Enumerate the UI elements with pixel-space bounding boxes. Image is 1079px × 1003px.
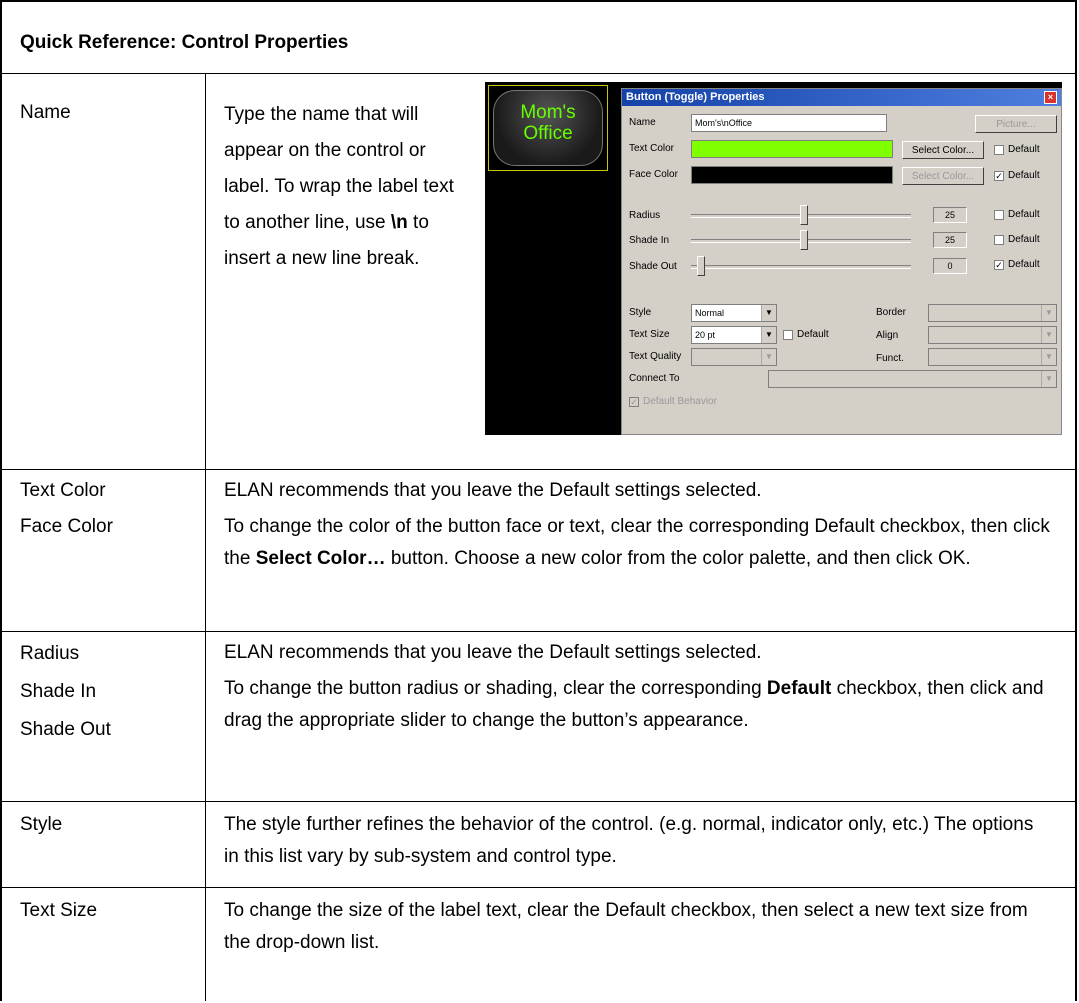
radius-default-checkbox[interactable] (994, 210, 1004, 220)
dialog-titlebar: Button (Toggle) Properties × (622, 89, 1061, 106)
shade-in-value: 25 (933, 232, 967, 248)
connect-to-label: Connect To (629, 373, 680, 384)
table-row-style: Style The style further refines the beha… (2, 801, 1075, 888)
default-label: Default (1008, 170, 1040, 181)
style-label: Style (629, 307, 652, 318)
dialog-title: Button (Toggle) Properties (626, 91, 765, 103)
radius-slider-thumb[interactable] (800, 205, 808, 225)
shade-out-value: 0 (933, 258, 967, 274)
picture-button[interactable]: Picture... (975, 115, 1057, 133)
text-color-label: Text Color (629, 143, 675, 154)
row-label: Style (20, 814, 63, 835)
preview-line-2: Office (523, 123, 573, 144)
table-header: Quick Reference: Control Properties (2, 2, 1075, 74)
table-title: Quick Reference: Control Properties (20, 32, 349, 53)
default-behavior-label: Default Behavior (643, 396, 717, 407)
face-color-swatch[interactable] (691, 166, 893, 184)
column-divider (205, 73, 206, 1001)
text-color-default-checkbox[interactable] (994, 145, 1004, 155)
radius-label: Radius (629, 210, 661, 221)
style-select[interactable]: Normal ▼ (691, 304, 777, 322)
shade-out-label: Shade Out (629, 261, 677, 272)
text-color-select-button[interactable]: Select Color... (902, 141, 984, 159)
table-row-text-size: Text Size To change the size of the labe… (2, 887, 1075, 1003)
chevron-down-icon[interactable]: ▼ (1041, 305, 1056, 321)
chevron-down-icon[interactable]: ▼ (761, 327, 776, 343)
properties-dialog: Button (Toggle) Properties × Name Mom's\… (621, 88, 1062, 435)
text-size-default-checkbox[interactable] (783, 330, 793, 340)
name-label: Name (629, 117, 656, 128)
row-label: Name (20, 102, 71, 123)
name-input[interactable]: Mom's\nOffice (691, 114, 887, 132)
align-select[interactable]: ▼ (928, 326, 1057, 344)
connect-to-select[interactable]: ▼ (768, 370, 1057, 388)
funct-label: Funct. (876, 353, 904, 364)
row-description: The style further refines the behavior o… (224, 814, 1034, 867)
default-label: Default (1008, 209, 1040, 220)
shade-in-default-checkbox[interactable] (994, 235, 1004, 245)
text-color-swatch[interactable] (691, 140, 893, 158)
table-row-text-face-color: Text Color Face Color ELAN recommends th… (2, 469, 1075, 632)
chevron-down-icon[interactable]: ▼ (761, 349, 776, 365)
close-icon[interactable]: × (1044, 91, 1057, 104)
chevron-down-icon[interactable]: ▼ (1041, 349, 1056, 365)
preview-button[interactable]: Mom's Office (488, 85, 608, 171)
row-description: To change the size of the label text, cl… (224, 900, 1028, 953)
row-label: Radius Shade In Shade Out (20, 643, 111, 740)
text-size-select[interactable]: 20 pt ▼ (691, 326, 777, 344)
funct-select[interactable]: ▼ (928, 348, 1057, 366)
row-label: Text Color Face Color (20, 480, 113, 537)
text-quality-select[interactable]: ▼ (691, 348, 777, 366)
row-description: ELAN recommends that you leave the Defau… (224, 642, 1044, 731)
shade-in-slider-thumb[interactable] (800, 230, 808, 250)
default-label: Default (1008, 234, 1040, 245)
default-behavior-checkbox[interactable]: ✓ (629, 397, 639, 407)
preview-line-1: Mom's (520, 102, 576, 123)
text-quality-label: Text Quality (629, 351, 682, 362)
shade-in-label: Shade In (629, 235, 670, 246)
row-description: ELAN recommends that you leave the Defau… (224, 480, 1050, 569)
face-color-default-checkbox[interactable]: ✓ (994, 171, 1004, 181)
chevron-down-icon[interactable]: ▼ (1041, 327, 1056, 343)
face-color-label: Face Color (629, 169, 678, 180)
shade-out-slider-thumb[interactable] (697, 256, 705, 276)
text-size-label: Text Size (629, 329, 670, 340)
radius-value: 25 (933, 207, 967, 223)
face-color-select-button[interactable]: Select Color... (902, 167, 984, 185)
shade-out-slider-track[interactable] (691, 265, 911, 269)
chevron-down-icon[interactable]: ▼ (1041, 371, 1056, 387)
shade-out-default-checkbox[interactable]: ✓ (994, 260, 1004, 270)
row-description: Type the name that will appear on the co… (224, 104, 454, 269)
chevron-down-icon[interactable]: ▼ (761, 305, 776, 321)
default-label: Default (1008, 259, 1040, 270)
row-label: Text Size (20, 900, 98, 921)
border-label: Border (876, 307, 907, 318)
default-label: Default (797, 329, 829, 340)
table-row-radius-shade: Radius Shade In Shade Out ELAN recommend… (2, 631, 1075, 802)
border-select[interactable]: ▼ (928, 304, 1057, 322)
align-label: Align (876, 330, 899, 341)
default-label: Default (1008, 144, 1040, 155)
